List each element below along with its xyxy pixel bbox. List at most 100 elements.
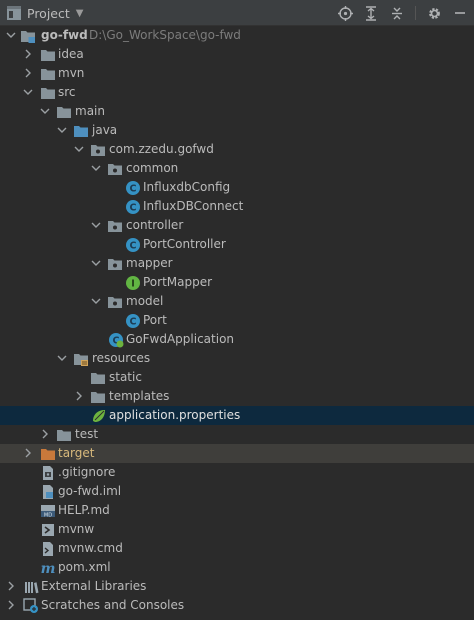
tree-node-application-class[interactable]: GoFwdApplication bbox=[0, 330, 474, 349]
tree-node-templates[interactable]: templates bbox=[0, 387, 474, 406]
node-label: mapper bbox=[126, 256, 173, 270]
node-label: common bbox=[126, 161, 179, 175]
gear-icon[interactable] bbox=[426, 5, 442, 21]
tree-node-external-libraries[interactable]: External Libraries bbox=[0, 577, 474, 596]
chevron-down-icon[interactable] bbox=[39, 105, 51, 117]
folder-icon bbox=[56, 427, 72, 443]
tree-node-common[interactable]: common bbox=[0, 159, 474, 178]
scratches-icon bbox=[23, 598, 39, 614]
project-view-selector[interactable]: Project ▼ bbox=[6, 4, 83, 22]
tool-window-title: Project bbox=[27, 5, 70, 21]
tree-node-help-md[interactable]: HELP.md bbox=[0, 501, 474, 520]
node-label: mvnw.cmd bbox=[58, 541, 123, 555]
node-label: mvn bbox=[58, 66, 85, 80]
expand-all-icon[interactable] bbox=[363, 5, 379, 21]
class-icon bbox=[125, 180, 141, 196]
chevron-down-icon[interactable] bbox=[90, 257, 102, 269]
interface-icon bbox=[125, 275, 141, 291]
tree-node-mvnw-cmd[interactable]: mvnw.cmd bbox=[0, 539, 474, 558]
folder-icon bbox=[40, 85, 56, 101]
package-icon bbox=[107, 218, 123, 234]
tree-node-pom[interactable]: pom.xml bbox=[0, 558, 474, 577]
project-icon bbox=[7, 6, 21, 20]
project-tool-window-header: Project ▼ bbox=[0, 0, 474, 26]
chevron-right-icon[interactable] bbox=[5, 580, 17, 592]
node-label: InfluxdbConfig bbox=[143, 180, 231, 194]
folder-icon bbox=[56, 104, 72, 120]
chevron-down-icon[interactable] bbox=[56, 124, 68, 136]
tree-node-iml[interactable]: go-fwd.iml bbox=[0, 482, 474, 501]
tree-node-port-controller[interactable]: PortController bbox=[0, 235, 474, 254]
chevron-right-icon[interactable] bbox=[22, 67, 34, 79]
node-label: pom.xml bbox=[58, 560, 111, 574]
chevron-down-icon[interactable] bbox=[56, 352, 68, 364]
tree-node-idea[interactable]: idea bbox=[0, 45, 474, 64]
node-label: PortMapper bbox=[143, 275, 213, 289]
class-icon bbox=[125, 199, 141, 215]
tree-node-influxdb-connect[interactable]: InfluxDBConnect bbox=[0, 197, 474, 216]
tree-node-main[interactable]: main bbox=[0, 102, 474, 121]
node-label: templates bbox=[109, 389, 170, 403]
chevron-down-icon[interactable] bbox=[22, 86, 34, 98]
node-label: controller bbox=[126, 218, 184, 232]
node-label: static bbox=[109, 370, 142, 384]
folder-icon bbox=[40, 47, 56, 63]
tree-node-test[interactable]: test bbox=[0, 425, 474, 444]
chevron-right-icon[interactable] bbox=[22, 447, 34, 459]
chevron-down-icon[interactable] bbox=[5, 29, 17, 41]
collapse-all-icon[interactable] bbox=[389, 5, 405, 21]
chevron-right-icon[interactable] bbox=[22, 48, 34, 60]
tree-node-scratches[interactable]: Scratches and Consoles bbox=[0, 596, 474, 615]
node-label: GoFwdApplication bbox=[126, 332, 235, 346]
node-label: .gitignore bbox=[58, 465, 116, 479]
node-label: test bbox=[75, 427, 99, 441]
tree-node-java[interactable]: java bbox=[0, 121, 474, 140]
tree-node-mvnw[interactable]: mvnw bbox=[0, 520, 474, 539]
chevron-down-icon[interactable] bbox=[73, 143, 85, 155]
node-label: HELP.md bbox=[58, 503, 110, 517]
folder-icon bbox=[90, 370, 106, 386]
tree-node-port[interactable]: Port bbox=[0, 311, 474, 330]
tree-node-influxdb-config[interactable]: InfluxdbConfig bbox=[0, 178, 474, 197]
maven-icon bbox=[40, 560, 56, 576]
tree-node-model[interactable]: model bbox=[0, 292, 474, 311]
chevron-down-icon[interactable]: ▼ bbox=[76, 8, 84, 19]
node-label: main bbox=[75, 104, 105, 118]
tree-node-src[interactable]: src bbox=[0, 83, 474, 102]
tree-node-mvn[interactable]: mvn bbox=[0, 64, 474, 83]
tree-node-port-mapper[interactable]: PortMapper bbox=[0, 273, 474, 292]
node-label: Port bbox=[143, 313, 167, 327]
class-icon bbox=[125, 313, 141, 329]
tree-node-mapper[interactable]: mapper bbox=[0, 254, 474, 273]
package-icon bbox=[107, 294, 123, 310]
node-label: com.zzedu.gofwd bbox=[109, 142, 214, 156]
tree-node-controller[interactable]: controller bbox=[0, 216, 474, 235]
chevron-down-icon[interactable] bbox=[90, 162, 102, 174]
tree-node-application-properties[interactable]: application.properties bbox=[0, 406, 474, 425]
cmd-file-icon bbox=[40, 541, 56, 557]
tree-node-gitignore[interactable]: .gitignore bbox=[0, 463, 474, 482]
node-label: External Libraries bbox=[41, 579, 147, 593]
source-folder-icon bbox=[73, 123, 89, 139]
resources-folder-icon bbox=[73, 351, 89, 367]
package-icon bbox=[107, 256, 123, 272]
chevron-right-icon[interactable] bbox=[5, 599, 17, 611]
tree-node-root[interactable]: go-fwd D:\Go_WorkSpace\go-fwd bbox=[0, 26, 474, 45]
node-label: target bbox=[58, 446, 95, 460]
chevron-down-icon[interactable] bbox=[90, 219, 102, 231]
class-icon bbox=[125, 237, 141, 253]
tree-node-resources[interactable]: resources bbox=[0, 349, 474, 368]
tree-node-static[interactable]: static bbox=[0, 368, 474, 387]
chevron-right-icon[interactable] bbox=[73, 390, 85, 402]
tree-node-target[interactable]: target bbox=[0, 444, 474, 463]
tree-node-package[interactable]: com.zzedu.gofwd bbox=[0, 140, 474, 159]
chevron-down-icon[interactable] bbox=[90, 295, 102, 307]
node-label: src bbox=[58, 85, 76, 99]
shell-script-icon bbox=[40, 522, 56, 538]
spring-properties-icon bbox=[91, 408, 107, 424]
minimize-icon[interactable] bbox=[452, 5, 468, 21]
node-label: model bbox=[126, 294, 164, 308]
project-tree: go-fwd D:\Go_WorkSpace\go-fwd idea mvn s… bbox=[0, 26, 474, 615]
chevron-right-icon[interactable] bbox=[39, 428, 51, 440]
locate-icon[interactable] bbox=[337, 5, 353, 21]
